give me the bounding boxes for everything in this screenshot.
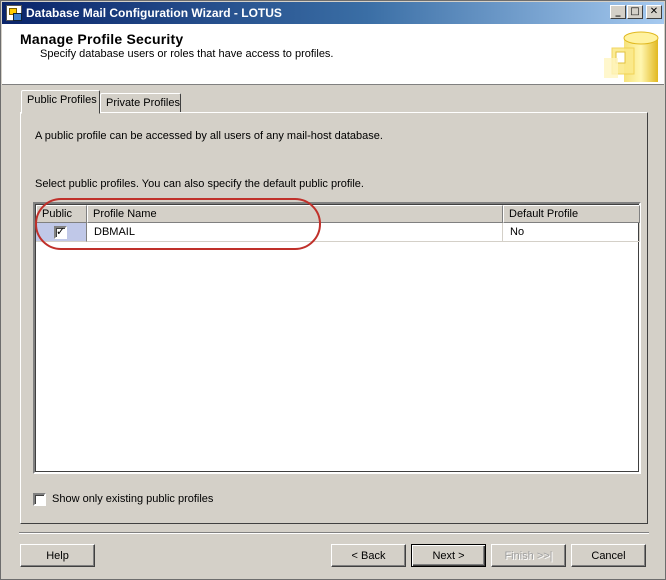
public-checkbox[interactable]: ✓ — [54, 225, 67, 239]
finish-button[interactable]: Finish >>| — [491, 544, 566, 567]
tab-private-profiles[interactable]: Private Profiles — [100, 93, 181, 114]
show-existing-checkbox[interactable] — [33, 493, 46, 506]
back-button[interactable]: < Back — [331, 544, 406, 567]
table-row-profile-name[interactable]: DBMAIL — [87, 223, 503, 242]
tab-public-profiles[interactable]: Public Profiles — [21, 90, 100, 114]
minimize-button[interactable]: _ — [610, 5, 626, 19]
table-row-default-profile[interactable]: No — [503, 223, 640, 242]
footer-separator — [19, 532, 649, 534]
help-button[interactable]: Help — [20, 544, 95, 567]
app-icon — [6, 5, 22, 21]
wizard-window: Database Mail Configuration Wizard - LOT… — [0, 0, 666, 580]
table-row-public-cell[interactable]: ✓ — [36, 223, 87, 242]
page-subtitle: Specify database users or roles that hav… — [40, 48, 334, 60]
show-existing-label[interactable]: Show only existing public profiles — [52, 493, 213, 505]
cancel-button[interactable]: Cancel — [571, 544, 646, 567]
window-title: Database Mail Configuration Wizard - LOT… — [26, 6, 282, 20]
panel-description: A public profile can be accessed by all … — [35, 130, 383, 142]
check-mark-icon: ✓ — [56, 225, 66, 238]
wizard-header: Manage Profile Security Specify database… — [2, 24, 664, 85]
close-button[interactable]: ✕ — [646, 5, 662, 19]
public-profiles-panel: A public profile can be accessed by all … — [20, 112, 648, 524]
page-title: Manage Profile Security — [20, 31, 184, 47]
column-header-default-profile[interactable]: Default Profile — [503, 205, 640, 223]
maximize-button[interactable]: □ — [627, 5, 643, 19]
database-icon — [604, 31, 659, 82]
column-header-profile-name[interactable]: Profile Name — [87, 205, 503, 223]
profiles-grid: Public Profile Name Default Profile ✓ DB… — [33, 202, 641, 474]
column-header-public[interactable]: Public — [36, 205, 87, 223]
next-button[interactable]: Next > — [411, 544, 486, 567]
panel-instruction: Select public profiles. You can also spe… — [35, 178, 364, 190]
title-bar[interactable]: Database Mail Configuration Wizard - LOT… — [2, 2, 664, 24]
